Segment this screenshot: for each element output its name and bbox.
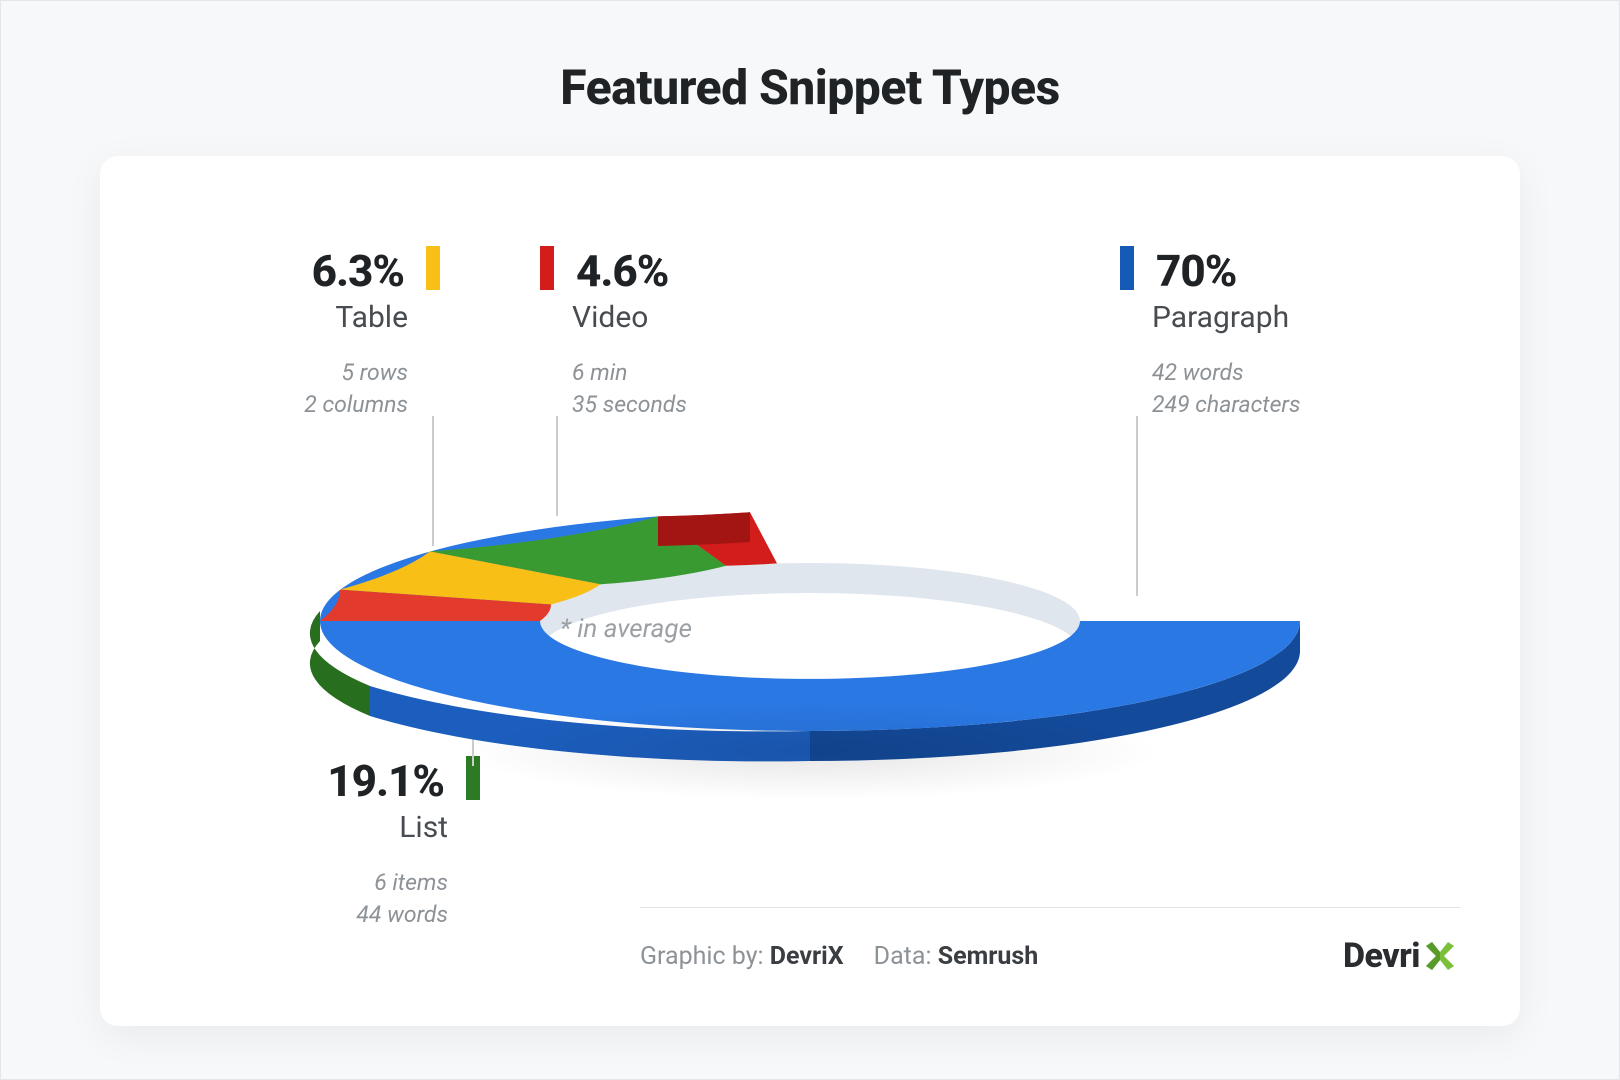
donut-shadow — [310, 681, 1310, 821]
callout-table: 6.3% Table 5 rows 2 columns — [160, 246, 440, 421]
leader-line-video — [556, 416, 558, 516]
paragraph-details: 42 words 249 characters — [1120, 357, 1300, 421]
paragraph-name: Paragraph — [1120, 301, 1300, 336]
video-pct: 4.6% — [576, 245, 668, 297]
credit-graphic: Graphic by: DevriX — [640, 942, 844, 971]
credit-data: Data: Semrush — [874, 942, 1039, 971]
chart-title: Featured Snippet Types — [560, 59, 1059, 116]
paragraph-pct: 70% — [1156, 245, 1236, 297]
donut-chart — [260, 511, 1360, 791]
center-annotation: * in average — [560, 614, 692, 644]
devrix-x-icon — [1420, 936, 1460, 976]
callout-paragraph: 70% Paragraph 42 words 249 characters — [1120, 246, 1300, 421]
swatch-paragraph — [1120, 246, 1134, 290]
slice-video-edge — [658, 512, 750, 546]
callout-video: 4.6% Video 6 min 35 seconds — [540, 246, 687, 421]
credit-bar: Graphic by: DevriX Data: Semrush Devri — [640, 907, 1460, 976]
list-details: 6 items 44 words — [160, 867, 480, 931]
page-frame: Featured Snippet Types 6.3% Table 5 rows… — [0, 0, 1620, 1080]
video-name: Video — [540, 301, 687, 336]
swatch-table — [426, 246, 440, 290]
table-details: 5 rows 2 columns — [160, 357, 440, 421]
video-details: 6 min 35 seconds — [540, 357, 687, 421]
swatch-video — [540, 246, 554, 290]
table-pct: 6.3% — [312, 245, 404, 297]
table-name: Table — [160, 301, 440, 336]
chart-card: 6.3% Table 5 rows 2 columns 4.6% Video 6… — [100, 156, 1520, 1026]
devrix-logo: Devri — [1343, 936, 1460, 976]
